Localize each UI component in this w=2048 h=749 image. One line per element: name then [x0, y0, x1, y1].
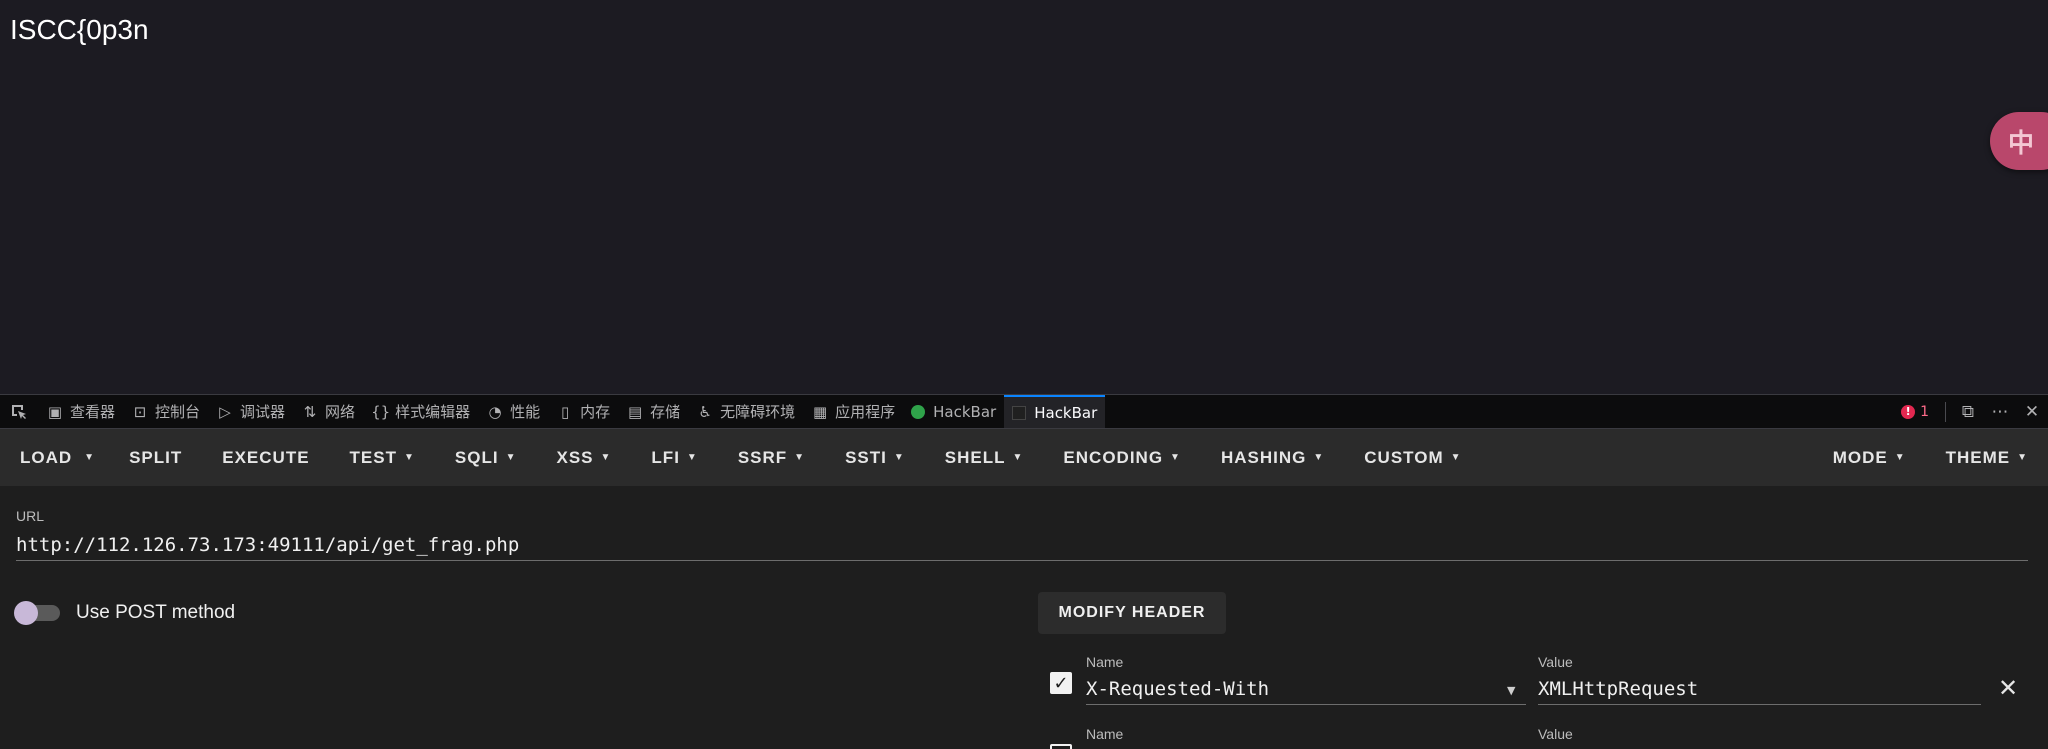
caret-down-icon: ▼: [794, 452, 806, 463]
storage-icon: ▤: [628, 402, 643, 421]
header-enabled-checkbox[interactable]: ✓: [1050, 672, 1072, 694]
translate-icon[interactable]: 中: [1990, 112, 2048, 170]
more-options-icon[interactable]: ⋯: [1984, 402, 2016, 422]
execute-button[interactable]: EXECUTE: [202, 429, 329, 486]
hackbar-dark-icon: [1012, 405, 1027, 420]
caret-down-icon: ▼: [1313, 452, 1325, 463]
hackbar-green-icon: [911, 404, 926, 419]
tab-performance[interactable]: ◔ 性能: [478, 395, 548, 428]
hackbar-body: URL Use POST method MODIFY HEADER ✓ Name…: [0, 486, 2048, 749]
tab-memory[interactable]: ▯ 内存: [548, 395, 618, 428]
sqli-menu[interactable]: SQLI ▼: [435, 429, 537, 486]
tab-network[interactable]: ⇅ 网络: [293, 395, 363, 428]
error-icon: !: [1901, 404, 1916, 419]
caret-down-icon: ▼: [1012, 452, 1024, 463]
caret-down-icon: ▼: [686, 452, 698, 463]
load-dropdown-caret-icon[interactable]: ▼: [78, 429, 109, 486]
application-icon: ▦: [813, 402, 828, 421]
accessibility-icon: ♿: [698, 402, 712, 421]
caret-down-icon: ▼: [1894, 452, 1906, 463]
devtools-toolbar: ▣ 查看器 ⊡ 控制台 ▷ 调试器 ⇅ 网络 {} 样式编辑器 ◔ 性能 ▯ 内存 ▤ 存储 ♿…: [0, 394, 2048, 429]
test-menu[interactable]: TEST ▼: [330, 429, 435, 486]
lfi-menu[interactable]: LFI ▼: [631, 429, 717, 486]
tab-accessibility[interactable]: ♿ 无障碍环境: [688, 395, 803, 428]
tab-style-editor[interactable]: {} 样式编辑器: [363, 395, 478, 428]
post-method-label: Use POST method: [76, 602, 236, 623]
header-name-dropdown-icon[interactable]: ▼: [1507, 684, 1515, 697]
header-name-input[interactable]: [1086, 674, 1526, 705]
remove-header-icon[interactable]: ✕: [1998, 674, 2018, 702]
tab-hackbar-2[interactable]: HackBar: [1004, 395, 1106, 428]
header-value-input[interactable]: [1538, 674, 1981, 705]
header-name-label: Name: [1086, 654, 1124, 670]
caret-down-icon: ▼: [1170, 452, 1181, 463]
element-picker-icon[interactable]: [0, 395, 38, 428]
network-icon: ⇅: [303, 402, 317, 421]
url-label: URL: [16, 508, 45, 524]
caret-down-icon: ▼: [2017, 452, 2028, 463]
page-text: ISCC{0p3n: [10, 14, 149, 45]
style-editor-icon: {}: [371, 402, 391, 421]
split-button[interactable]: SPLIT: [109, 429, 202, 486]
custom-menu[interactable]: CUSTOM ▼: [1344, 429, 1481, 486]
caret-down-icon: ▼: [600, 452, 612, 463]
post-switch[interactable]: [14, 601, 60, 625]
header-name-label: Name: [1086, 726, 1124, 742]
dock-toggle-icon[interactable]: ⧉: [1952, 402, 1984, 422]
tab-debugger[interactable]: ▷ 调试器: [208, 395, 293, 428]
tab-storage[interactable]: ▤ 存储: [618, 395, 688, 428]
close-devtools-icon[interactable]: ✕: [2016, 402, 2048, 422]
caret-down-icon: ▼: [404, 452, 415, 463]
shell-menu[interactable]: SHELL ▼: [925, 429, 1044, 486]
page-content: ISCC{0p3n 中: [0, 0, 2048, 394]
check-icon: ✓: [1053, 672, 1069, 694]
post-switch-thumb[interactable]: [14, 601, 38, 625]
memory-icon: ▯: [560, 402, 570, 421]
debugger-icon: ▷: [219, 402, 231, 421]
header-value-label: Value: [1538, 654, 1573, 670]
performance-icon: ◔: [488, 402, 502, 421]
url-input[interactable]: [16, 530, 2028, 561]
error-count-badge[interactable]: ! 1: [1891, 404, 1939, 420]
inspector-icon: ▣: [47, 402, 63, 421]
header-row: Name Value: [1038, 726, 2028, 749]
mode-menu[interactable]: MODE ▼: [1813, 429, 1926, 486]
caret-down-icon: ▼: [893, 452, 905, 463]
load-button[interactable]: LOAD: [0, 429, 78, 486]
caret-down-icon: ▼: [1450, 452, 1462, 463]
encoding-menu[interactable]: ENCODING ▼: [1043, 429, 1201, 486]
hackbar-menu: LOAD ▼ SPLIT EXECUTE TEST ▼ SQLI ▼ XSS ▼ LF…: [0, 429, 2048, 486]
header-enabled-checkbox[interactable]: [1050, 744, 1072, 749]
post-method-toggle[interactable]: Use POST method: [14, 601, 236, 625]
ssrf-menu[interactable]: SSRF ▼: [718, 429, 825, 486]
header-value-label: Value: [1538, 726, 1573, 742]
console-icon: ⊡: [133, 402, 147, 421]
tab-console[interactable]: ⊡ 控制台: [123, 395, 208, 428]
toolbar-divider: [1945, 401, 1946, 422]
theme-menu[interactable]: THEME ▼: [1926, 429, 2048, 486]
tab-hackbar-1[interactable]: HackBar: [903, 395, 1004, 428]
tab-inspector[interactable]: ▣ 查看器: [38, 395, 123, 428]
ssti-menu[interactable]: SSTI ▼: [825, 429, 925, 486]
xss-menu[interactable]: XSS ▼: [536, 429, 631, 486]
caret-down-icon: ▼: [505, 452, 517, 463]
header-row: ✓ Name ▼ Value ✕: [1038, 654, 2028, 724]
tab-application[interactable]: ▦ 应用程序: [803, 395, 903, 428]
hashing-menu[interactable]: HASHING ▼: [1201, 429, 1344, 486]
modify-header-button[interactable]: MODIFY HEADER: [1038, 592, 1226, 634]
